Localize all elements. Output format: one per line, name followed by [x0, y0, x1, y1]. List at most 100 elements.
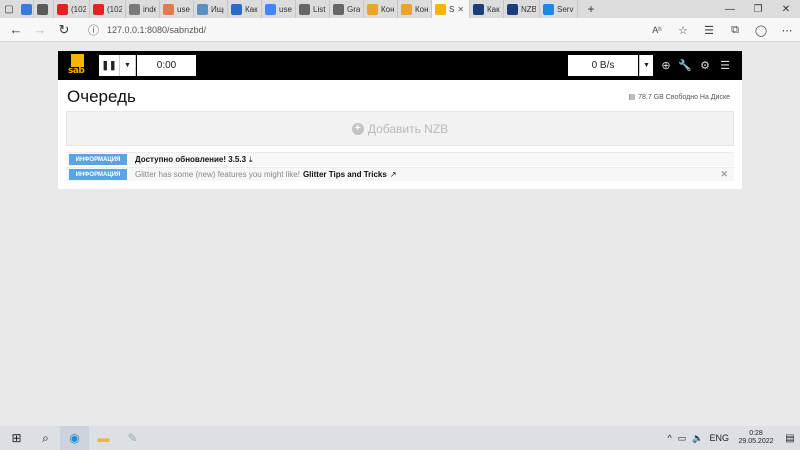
tab-favicon-icon — [333, 3, 344, 15]
tab-favicon-icon — [57, 3, 68, 15]
browser-tab[interactable]: usene — [262, 0, 296, 18]
browser-tab[interactable]: NZBh — [504, 0, 540, 18]
restore-icon[interactable]: ❐ — [744, 0, 772, 18]
network-icon[interactable]: ▭ — [678, 433, 687, 444]
clock-date: 29.05.2022 — [738, 438, 774, 445]
browser-tab[interactable]: Как п — [470, 0, 504, 18]
browser-tab[interactable]: Конс — [364, 0, 398, 18]
tab-actions-icon[interactable]: ▢ — [0, 0, 18, 18]
tab-label: Конс — [381, 4, 394, 14]
menu-icon[interactable]: ☰ — [715, 55, 735, 76]
download-icon[interactable]: ⤓ — [249, 155, 253, 165]
browser-tab[interactable]: Grabb — [330, 0, 364, 18]
tab-favicon-icon — [401, 3, 412, 15]
browser-tab[interactable]: List of — [296, 0, 330, 18]
page-content: sab ❚❚ ▼ 0:00 0 B/s ▼ ⊕ 🔧 ⚙ ☰ Очередь ▤ … — [0, 43, 800, 430]
message-text: Glitter has some (new) features you migh… — [135, 170, 300, 179]
tab-favicon-icon — [93, 3, 104, 15]
tab-label: index — [143, 4, 156, 14]
tab-label: usene — [177, 4, 190, 14]
tab-favicon-icon — [367, 3, 378, 15]
windows-taskbar: ⊞ ⌕ ◉ ▬ ✎ ^ ▭ 🔈 ENG 0:28 29.05.2022 ▤ — [0, 426, 800, 450]
tab-favicon-icon — [197, 3, 208, 15]
tab-favicon-icon — [129, 3, 140, 15]
tab-favicon-icon — [163, 3, 174, 15]
tab-label: (102) — [71, 4, 86, 14]
tab-label: List of — [313, 4, 326, 14]
tab-label: Как п — [245, 4, 258, 14]
browser-tab[interactable]: index — [126, 0, 160, 18]
browser-tab-strip: ▢ (102) (102) index usene Ищем Как п usene List… — [0, 0, 800, 18]
search-icon[interactable]: ⌕ — [31, 426, 60, 450]
close-message-icon[interactable]: ✕ — [720, 169, 728, 180]
tab-favicon-icon — [37, 3, 48, 15]
wrench-icon[interactable]: 🔧 — [675, 55, 695, 76]
browser-tab[interactable]: Конс — [398, 0, 432, 18]
browser-tab[interactable]: S ✕ — [432, 0, 470, 18]
refresh-button[interactable]: ↻ — [52, 18, 76, 42]
tab-favicon-icon — [435, 3, 446, 15]
message-row: ИНФОРМАЦИЯ Доступно обновление! 3.5.3 ⤓ — [66, 152, 734, 166]
language-indicator[interactable]: ENG — [709, 433, 729, 443]
clock-time: 0:28 — [749, 429, 763, 437]
pause-button[interactable]: ❚❚ — [99, 55, 120, 76]
tips-link[interactable]: Glitter Tips and Tricks — [303, 170, 387, 179]
info-badge: ИНФОРМАЦИЯ — [69, 154, 127, 165]
disk-icon: ▤ — [628, 94, 636, 101]
browser-tab[interactable]: Как п — [228, 0, 262, 18]
back-button[interactable]: ← — [4, 18, 28, 42]
external-link-icon[interactable]: ↗ — [390, 170, 397, 179]
browser-tab[interactable]: usene — [160, 0, 194, 18]
tab-favicon-icon — [265, 3, 276, 15]
new-tab-button[interactable]: + — [582, 0, 600, 18]
pause-dropdown-button[interactable]: ▼ — [120, 55, 136, 76]
add-nzb-button[interactable]: + Добавить NZB — [66, 111, 734, 146]
favorites-bar-icon[interactable]: ☰ — [696, 18, 722, 42]
site-info-icon[interactable]: ⓘ — [88, 22, 99, 38]
read-aloud-icon[interactable]: Aʰ — [644, 18, 670, 42]
notification-icon[interactable]: ▤ — [780, 426, 800, 450]
update-link[interactable]: Доступно обновление! 3.5.3 — [135, 155, 246, 164]
disk-free-text: 78.7 GB Свободно На Диске — [638, 93, 730, 101]
paint-icon[interactable]: ✎ — [118, 426, 147, 450]
profile-icon[interactable]: ◯ — [748, 18, 774, 42]
url-field[interactable]: ⓘ 127.0.0.1:8080/sabnzbd/ — [88, 21, 628, 39]
edge-icon[interactable]: ◉ — [60, 426, 89, 450]
tab-label: usene — [279, 4, 292, 14]
minimize-icon[interactable]: — — [716, 0, 744, 18]
volume-icon[interactable]: 🔈 — [692, 433, 703, 444]
add-icon[interactable]: ⊕ — [656, 55, 676, 76]
clock[interactable]: 0:28 29.05.2022 — [732, 426, 780, 450]
browser-tab[interactable]: (102) — [54, 0, 90, 18]
tab-label: NZBh — [521, 4, 536, 14]
gear-icon[interactable]: ⚙ — [695, 55, 715, 76]
more-icon[interactable]: ⋯ — [774, 18, 800, 42]
speed-dropdown-button[interactable]: ▼ — [639, 55, 653, 76]
collections-icon[interactable]: ⧉ — [722, 18, 748, 42]
tab-label: (102) — [107, 4, 122, 14]
disk-free-info: ▤ 78.7 GB Свободно На Диске — [628, 93, 730, 102]
tab-label: Grabb — [347, 4, 360, 14]
sab-logo-text: sab — [68, 66, 85, 76]
pause-timer: 0:00 — [137, 55, 196, 76]
browser-tab[interactable]: Ищем — [194, 0, 228, 18]
tab-label: Конс — [415, 4, 428, 14]
browser-tab[interactable]: Servic — [540, 0, 578, 18]
tray-expand-icon[interactable]: ^ — [668, 433, 672, 443]
file-explorer-icon[interactable]: ▬ — [89, 426, 118, 450]
tab-favicon-icon — [21, 3, 32, 15]
add-nzb-label: Добавить NZB — [367, 121, 449, 136]
url-text: 127.0.0.1:8080/sabnzbd/ — [107, 25, 207, 35]
browser-tab[interactable] — [18, 0, 34, 18]
forward-button[interactable]: → — [28, 18, 52, 42]
sab-logo[interactable]: sab — [67, 54, 89, 78]
browser-tab[interactable]: (102) — [90, 0, 126, 18]
start-button[interactable]: ⊞ — [2, 426, 31, 450]
tab-label: Как п — [487, 4, 500, 14]
speed-limit[interactable]: 0 B/s — [568, 55, 638, 76]
tab-close-icon[interactable]: ✕ — [457, 5, 464, 14]
close-window-icon[interactable]: ✕ — [772, 0, 800, 18]
tab-label: Servic — [557, 4, 574, 14]
browser-tab[interactable] — [34, 0, 54, 18]
favorite-icon[interactable]: ☆ — [670, 18, 696, 42]
